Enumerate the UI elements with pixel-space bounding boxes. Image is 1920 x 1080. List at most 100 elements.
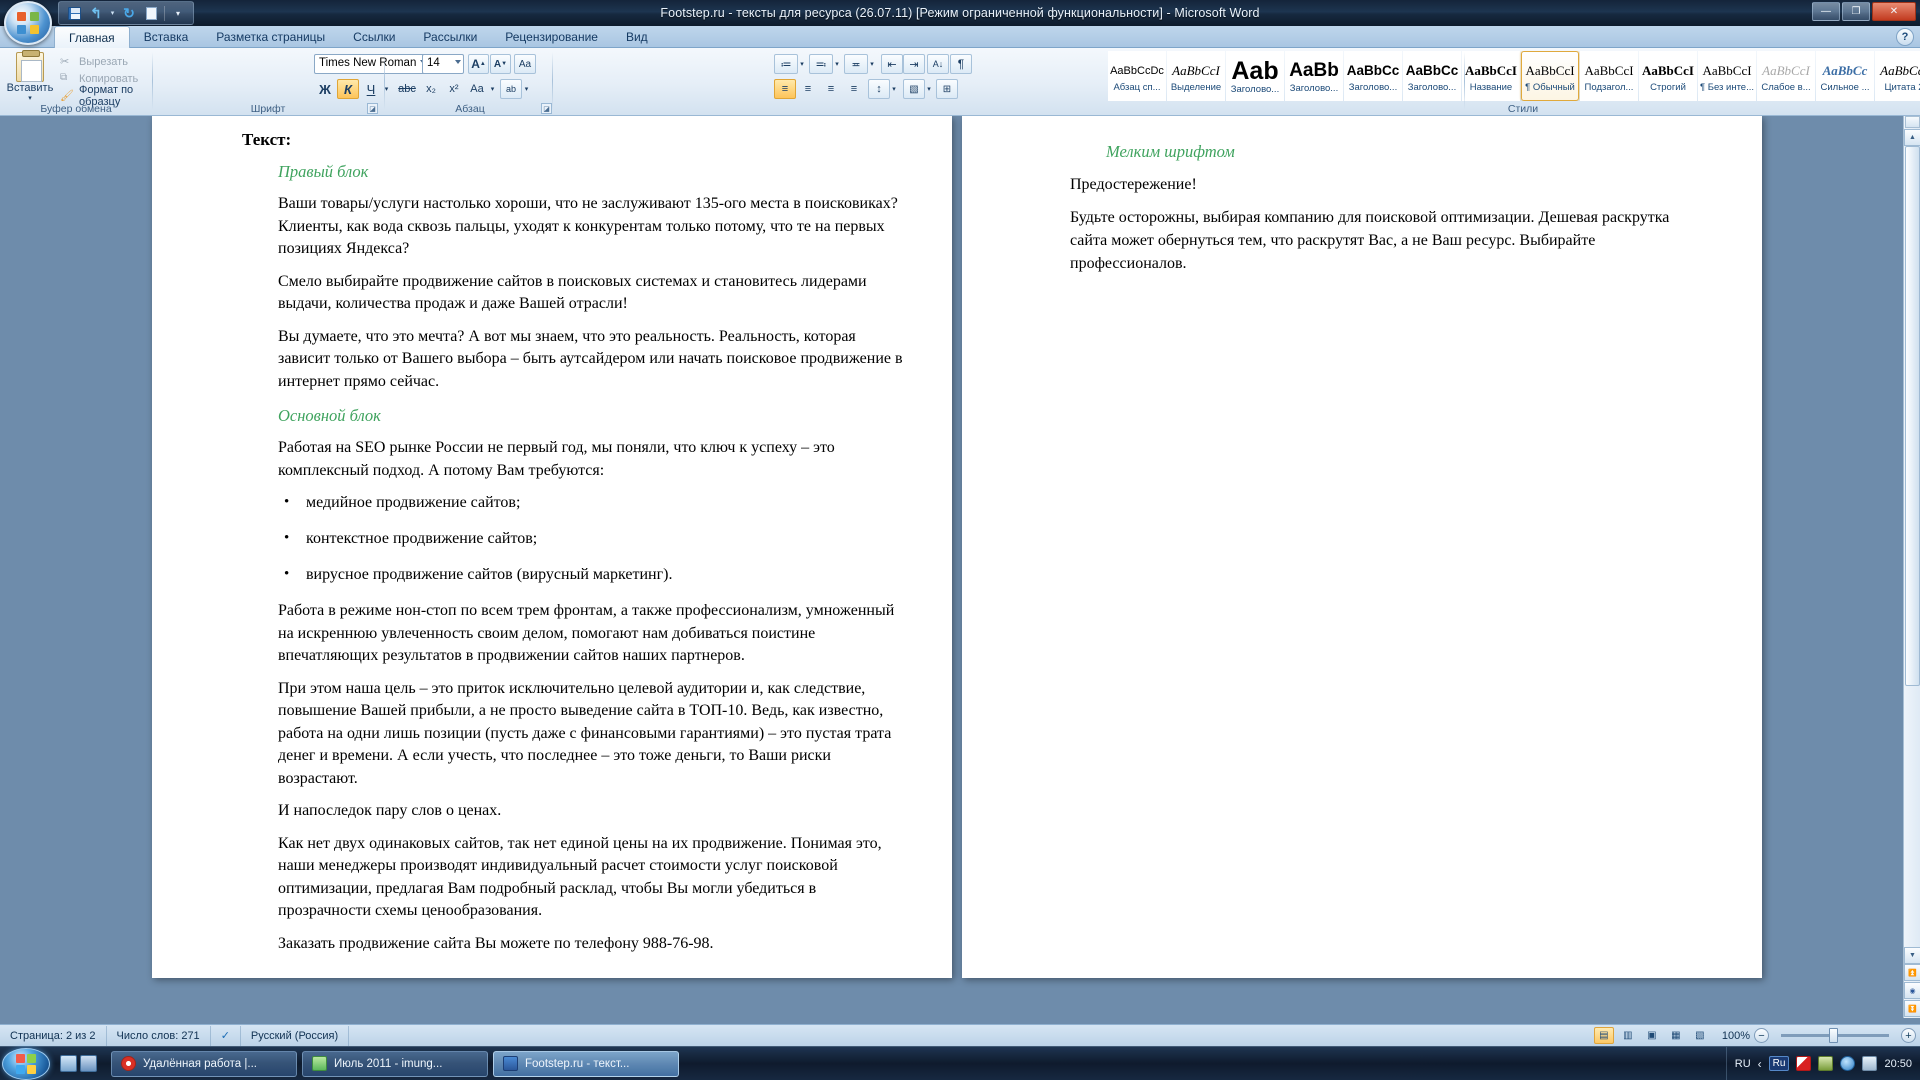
qat-separator (164, 5, 165, 21)
style-card[interactable]: AaBbCcI Слабое в... (1757, 51, 1815, 101)
document-canvas: Текст: Правый блок Ваши товары/услуги на… (0, 116, 1920, 1034)
zoom-slider-handle[interactable] (1829, 1028, 1838, 1043)
cut-label: Вырезать (79, 55, 128, 68)
tab-review[interactable]: Рецензирование (491, 26, 612, 48)
tray-language-label[interactable]: RU (1735, 1058, 1751, 1070)
redo-icon[interactable]: ↻ (119, 4, 139, 23)
word-count[interactable]: Число слов: 271 (107, 1025, 211, 1046)
style-card[interactable]: Aab Заголово... (1226, 51, 1284, 101)
italic-button[interactable]: К (337, 79, 359, 99)
page-indicator[interactable]: Страница: 2 из 2 (0, 1025, 107, 1046)
font-dialog-launcher[interactable]: ◪ (367, 103, 378, 114)
paste-dropdown-icon[interactable]: ▾ (28, 94, 32, 102)
view-outline-button[interactable]: ▦ (1666, 1027, 1686, 1044)
scroll-up-icon[interactable]: ▲ (1904, 129, 1920, 146)
paste-button[interactable]: Вставить ▾ (6, 50, 54, 104)
tray-expand-icon[interactable]: ‹ (1758, 1057, 1762, 1071)
switch-windows-icon[interactable] (80, 1055, 97, 1072)
tab-home[interactable]: Главная (54, 26, 130, 49)
taskbar-item-word[interactable]: Footstep.ru - текст... (493, 1050, 679, 1077)
style-card[interactable]: AaBbCcI Выделение (1167, 51, 1225, 101)
style-name: Абзац сп... (1113, 81, 1161, 93)
view-web-layout-button[interactable]: ▣ (1642, 1027, 1662, 1044)
language-bar-icon[interactable]: Ru (1768, 1056, 1790, 1071)
spell-check-icon[interactable]: ✓ (211, 1025, 241, 1046)
opera-icon (121, 1056, 136, 1071)
zoom-in-button[interactable]: + (1901, 1028, 1916, 1043)
zoom-slider[interactable] (1781, 1028, 1889, 1043)
taskbar: Удалённая работа |... Июль 2011 - imung.… (0, 1046, 1920, 1080)
browse-object-icon[interactable]: ◉ (1904, 982, 1920, 999)
language-indicator[interactable]: Русский (Россия) (241, 1025, 350, 1046)
document-paragraph: Предостережение! (1070, 176, 1197, 193)
list-item: медийное продвижение сайтов; (278, 491, 906, 514)
vertical-scrollbar[interactable]: ▲ ▼ ⏫ ◉ ⏬ (1903, 116, 1920, 1018)
style-preview: AaBbCcDc (1110, 64, 1164, 77)
style-preview: AaBbCc (1405, 62, 1459, 78)
style-card[interactable]: AaBbCcI Цитата 2 (1875, 51, 1920, 101)
show-desktop-icon[interactable] (60, 1055, 77, 1072)
start-button[interactable] (2, 1047, 50, 1080)
underline-button[interactable]: Ч (360, 79, 382, 99)
customize-qat-icon[interactable]: ▾ (168, 4, 188, 23)
paragraph-dialog-launcher[interactable]: ◪ (541, 103, 552, 114)
style-card[interactable]: AaBbCcI Строгий (1639, 51, 1697, 101)
bold-button[interactable]: Ж (314, 79, 336, 99)
taskbar-item-label: Footstep.ru - текст... (525, 1057, 630, 1070)
document-page-left[interactable]: Текст: Правый блок Ваши товары/услуги на… (152, 116, 952, 978)
page-right-content: Мелким шрифтом Предостережение! Будьте о… (962, 116, 1762, 275)
close-button[interactable]: ✕ (1872, 2, 1916, 21)
save-icon[interactable] (64, 4, 84, 23)
usb-device-icon[interactable] (1818, 1056, 1834, 1071)
next-page-icon[interactable]: ⏬ (1904, 1000, 1920, 1017)
document-paragraph: Заказать продвижение сайта Вы можете по … (278, 934, 714, 952)
style-card[interactable]: AaBbCc Заголово... (1344, 51, 1402, 101)
volume-icon[interactable] (1862, 1056, 1878, 1071)
office-button[interactable] (4, 1, 52, 45)
group-clipboard: Вставить ▾ ✂ Вырезать ⧉ Копировать 🖌 Фор… (0, 48, 152, 116)
restore-button[interactable]: ❐ (1842, 2, 1870, 21)
tray-clock[interactable]: 20:50 (1884, 1058, 1912, 1070)
undo-icon[interactable]: ↰ (86, 4, 106, 23)
style-name: Сильное ... (1820, 81, 1870, 93)
previous-page-icon[interactable]: ⏫ (1904, 964, 1920, 981)
style-card[interactable]: AaBb Заголово... (1285, 51, 1343, 101)
tab-references[interactable]: Ссылки (339, 26, 409, 48)
style-card[interactable]: AaBbCcDc Абзац сп... (1108, 51, 1166, 101)
undo-dropdown-icon[interactable]: ▾ (108, 4, 117, 23)
scissors-icon: ✂ (60, 55, 70, 68)
style-card[interactable]: AaBbCc Заголово... (1403, 51, 1461, 101)
print-preview-icon[interactable] (141, 4, 161, 23)
scroll-thumb[interactable] (1905, 146, 1920, 686)
minimize-button[interactable]: — (1812, 2, 1840, 21)
tab-view[interactable]: Вид (612, 26, 662, 48)
tab-insert[interactable]: Вставка (130, 26, 203, 48)
help-icon[interactable]: ? (1896, 28, 1914, 46)
style-card[interactable]: AaBbCcI ¶ Без инте... (1698, 51, 1756, 101)
document-paragraph: Вы думаете, что это мечта? А вот мы знае… (278, 327, 903, 390)
view-draft-button[interactable]: ▧ (1690, 1027, 1710, 1044)
style-card[interactable]: AaBbCc Сильное ... (1816, 51, 1874, 101)
style-name: Заголово... (1230, 83, 1280, 95)
scroll-down-icon[interactable]: ▼ (1904, 947, 1920, 964)
zoom-out-button[interactable]: − (1754, 1028, 1769, 1043)
paste-label: Вставить (6, 82, 54, 94)
style-card[interactable]: AaBbCcI Подзагол... (1580, 51, 1638, 101)
taskbar-item-label: Июль 2011 - imung... (334, 1057, 443, 1070)
view-full-screen-reading-button[interactable]: ▥ (1618, 1027, 1638, 1044)
format-painter-button[interactable]: 🖌 Формат по образцу (60, 84, 152, 108)
tab-page-layout[interactable]: Разметка страницы (202, 26, 339, 48)
antivirus-icon[interactable] (1796, 1056, 1812, 1071)
network-icon[interactable] (1840, 1056, 1856, 1071)
document-page-right[interactable]: Мелким шрифтом Предостережение! Будьте о… (962, 116, 1762, 978)
taskbar-item-image[interactable]: Июль 2011 - imung... (302, 1050, 488, 1077)
tab-mailings[interactable]: Рассылки (409, 26, 491, 48)
cut-button[interactable]: ✂ Вырезать (60, 53, 128, 70)
status-bar: Страница: 2 из 2 Число слов: 271 ✓ Русск… (0, 1024, 1920, 1046)
split-window-handle[interactable] (1905, 116, 1920, 128)
view-print-layout-button[interactable]: ▤ (1593, 1027, 1614, 1044)
document-paragraph: Смело выбирайте продвижение сайтов в пои… (278, 272, 867, 313)
window-controls: — ❐ ✕ (1812, 2, 1916, 21)
taskbar-item-opera[interactable]: Удалённая работа |... (111, 1050, 297, 1077)
zoom-level[interactable]: 100% (1722, 1030, 1750, 1042)
